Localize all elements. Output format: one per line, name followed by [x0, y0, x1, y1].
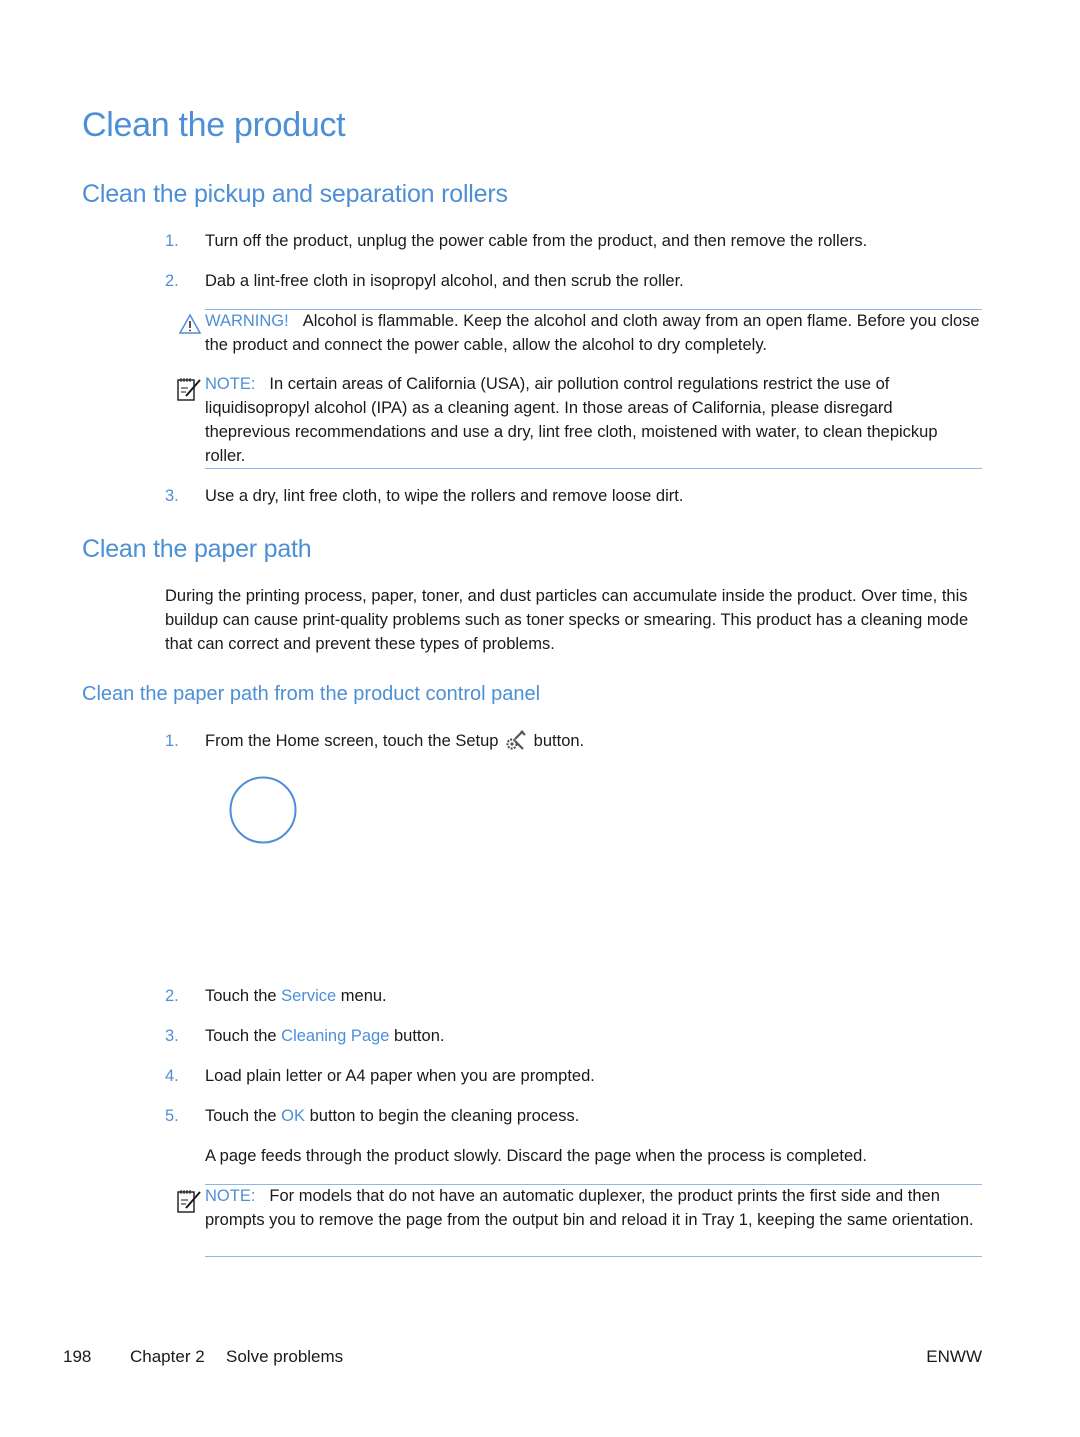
ok-button-reference: OK [281, 1107, 305, 1125]
list-item: 1. Turn off the product, unplug the power… [165, 229, 867, 253]
list-item: 3. Touch the Cleaning Page button. [165, 1024, 444, 1048]
list-item: 4. Load plain letter or A4 paper when you… [165, 1064, 595, 1088]
step-text: Dab a lint-free cloth in isopropyl alcoh… [205, 272, 684, 290]
footer-chapter: Chapter 2 [130, 1347, 205, 1366]
step-number: 1. [165, 732, 179, 750]
step-number: 2. [165, 272, 179, 290]
subsection-heading-control-panel: Clean the paper path from the product co… [82, 683, 541, 705]
home-screen-setup-button-image [229, 776, 297, 844]
step-text: Touch the [205, 987, 277, 1005]
warning-callout: WARNING! Alcohol is flammable. Keep the a… [205, 309, 982, 357]
step-text: Use a dry, lint free cloth, to wipe the … [205, 487, 684, 505]
step-text: button. [394, 1027, 445, 1045]
note-callout: NOTE: For models that do not have an auto… [205, 1184, 982, 1232]
step-text: button. [533, 732, 585, 750]
step-text: button to begin the cleaning process. [309, 1107, 580, 1125]
footer-page-number: 198 [63, 1347, 92, 1366]
list-item: 5. Touch the OK button to begin the clean… [165, 1104, 579, 1128]
note-text: In certain areas of California (USA), ai… [205, 375, 938, 465]
divider [205, 1256, 982, 1257]
list-item: 2. Touch the Service menu. [165, 984, 387, 1008]
footer-chapter-title: Solve problems [226, 1347, 344, 1366]
page-title: Clean the product [82, 106, 346, 144]
step-number: 1. [165, 232, 179, 250]
step-number: 3. [165, 1027, 179, 1045]
note-callout: NOTE: In certain areas of California (USA… [205, 372, 982, 468]
footer-edition: ENWW [926, 1347, 982, 1366]
result-text: A page feeds through the product slowly.… [205, 1147, 867, 1165]
intro-paragraph: During the printing process, paper, tone… [165, 587, 969, 653]
step-text: Load plain letter or A4 paper when you a… [205, 1067, 595, 1085]
step-text: Turn off the product, unplug the power c… [205, 232, 868, 250]
note-pencil-icon [177, 378, 201, 401]
list-item: 2. Dab a lint-free cloth in isopropyl alc… [165, 269, 684, 293]
section-heading-paper-path: Clean the paper path [82, 535, 312, 563]
divider [205, 468, 982, 469]
step-number: 5. [165, 1107, 179, 1125]
step-text: From the Home screen, touch the Setup [205, 732, 499, 750]
list-item: 3. Use a dry, lint free cloth, to wipe th… [165, 484, 683, 508]
list-item: 1. From the Home screen, touch the Setup … [165, 729, 584, 753]
warning-triangle-icon [178, 313, 202, 334]
warning-label: WARNING! [205, 312, 289, 330]
step-number: 3. [165, 487, 179, 505]
note-label: NOTE: [205, 375, 256, 393]
note-text: For models that do not have an automatic… [205, 1187, 974, 1229]
note-label: NOTE: [205, 1187, 256, 1205]
step-text: Touch the [205, 1107, 277, 1125]
step-text: Touch the [205, 1027, 277, 1045]
step-text: menu. [340, 987, 387, 1005]
setup-wrench-gear-icon [506, 730, 526, 750]
warning-text: Alcohol is flammable. Keep the alcohol a… [205, 312, 980, 354]
section-heading-rollers: Clean the pickup and separation rollers [82, 180, 508, 208]
cleaning-page-reference: Cleaning Page [281, 1027, 390, 1045]
service-menu-reference: Service [281, 987, 337, 1005]
note-pencil-icon [177, 1190, 201, 1213]
step-number: 2. [165, 987, 179, 1005]
step-number: 4. [165, 1067, 179, 1085]
